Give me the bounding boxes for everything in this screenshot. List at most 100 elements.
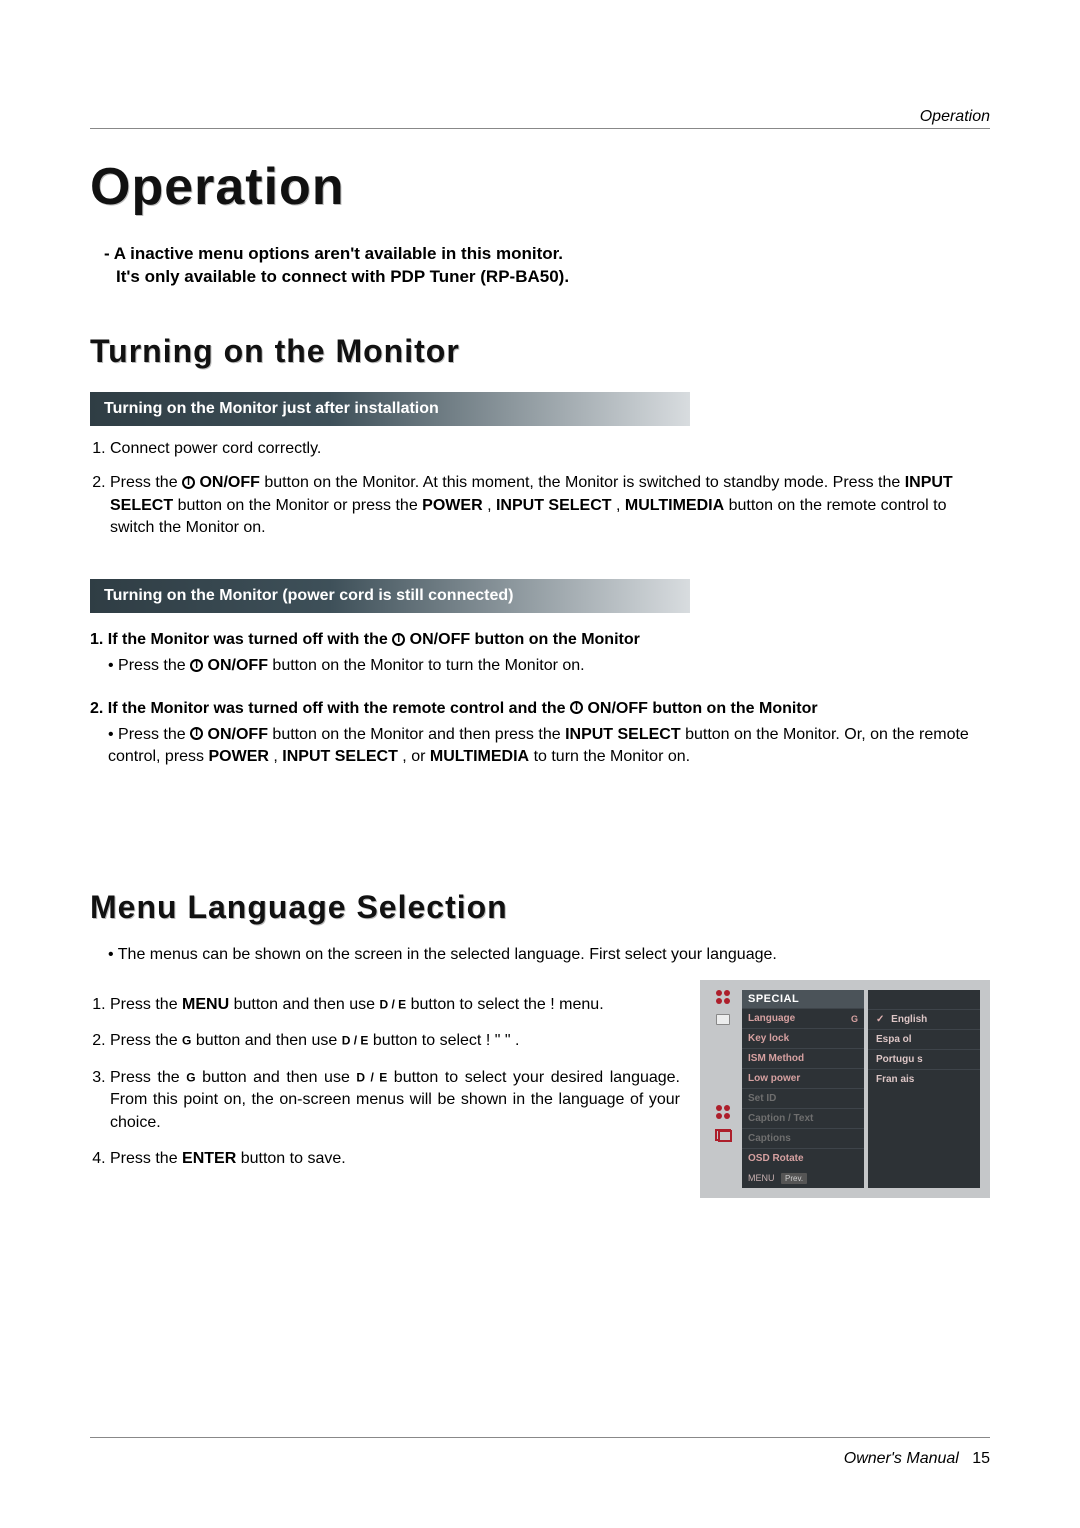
case-1: 1. If the Monitor was turned off with th… bbox=[90, 631, 990, 677]
t: English bbox=[891, 1014, 927, 1025]
osd-item-captions: Captions bbox=[742, 1128, 864, 1148]
t: Prev. bbox=[781, 1173, 807, 1184]
chapter-title: Operation bbox=[90, 157, 990, 217]
osd-tab-icon bbox=[716, 990, 730, 1004]
osd-item-language: Language G bbox=[742, 1008, 864, 1028]
lang-step-2: Press the G button and then use D / E bu… bbox=[110, 1030, 680, 1052]
section-turning-on: Turning on the Monitor bbox=[90, 333, 990, 370]
section-menu-language: Menu Language Selection bbox=[90, 889, 990, 926]
osd-tab-icon bbox=[716, 1105, 730, 1119]
osd-item-ism: ISM Method bbox=[742, 1048, 864, 1068]
osd-opt-portugues: Portugu s bbox=[868, 1049, 980, 1069]
lang-step-1: Press the MENU button and then use D / E… bbox=[110, 994, 680, 1016]
t: button on the Monitor and then press the bbox=[272, 726, 565, 743]
osd-item-keylock: Key lock bbox=[742, 1028, 864, 1048]
t: , bbox=[273, 748, 282, 765]
note-line-2: It's only available to connect with PDP … bbox=[104, 266, 990, 289]
t: menu. bbox=[559, 996, 603, 1013]
lang-intro: The menus can be shown on the screen in … bbox=[90, 944, 990, 966]
manual-page: Operation Operation - A inactive menu op… bbox=[0, 0, 1080, 1528]
osd-item-osdrotate: OSD Rotate bbox=[742, 1148, 864, 1168]
osd-main: SPECIAL Language G Key lock ISM Method L… bbox=[742, 990, 980, 1188]
case-2-title: 2. If the Monitor was turned off with th… bbox=[90, 700, 990, 718]
t: . bbox=[515, 1032, 519, 1049]
t: button to save. bbox=[241, 1150, 346, 1167]
t: button on the Monitor to turn the Monito… bbox=[272, 657, 584, 674]
t: Press the bbox=[110, 996, 182, 1013]
osd-tab-icon bbox=[715, 1129, 731, 1141]
case-1-title: 1. If the Monitor was turned off with th… bbox=[90, 631, 990, 649]
t: button to select your desired language. … bbox=[110, 1069, 680, 1131]
t: Language bbox=[748, 1013, 795, 1024]
chapter-note: - A inactive menu options aren't availab… bbox=[90, 243, 990, 289]
t: , bbox=[616, 497, 625, 514]
key-d-e: D / E bbox=[356, 1070, 387, 1084]
osd-item-lowpower: Low power bbox=[742, 1068, 864, 1088]
top-rule bbox=[90, 128, 990, 129]
page-number: 15 bbox=[972, 1450, 990, 1467]
subheader-after-install: Turning on the Monitor just after instal… bbox=[90, 392, 690, 426]
footer-label: Owner's Manual bbox=[844, 1450, 959, 1467]
power-icon: I bbox=[392, 633, 405, 646]
power-icon: I bbox=[182, 476, 195, 489]
power-icon: I bbox=[190, 659, 203, 672]
t: 1. If the Monitor was turned off with th… bbox=[90, 631, 392, 648]
t: POWER bbox=[422, 497, 482, 514]
osd-item-captiontext: Caption / Text bbox=[742, 1108, 864, 1128]
t: 2. If the Monitor was turned off with th… bbox=[90, 700, 570, 717]
running-header: Operation bbox=[920, 108, 990, 126]
case-1-bullets: Press the I ON/OFF button on the Monitor… bbox=[90, 655, 990, 677]
note-line-1: - A inactive menu options aren't availab… bbox=[104, 243, 990, 266]
t: Press the bbox=[118, 657, 190, 674]
bullet: Press the I ON/OFF button on the Monitor… bbox=[108, 655, 990, 677]
osd-tab-icon bbox=[716, 1014, 730, 1025]
osd-item-setid: Set ID bbox=[742, 1088, 864, 1108]
t: MENU bbox=[182, 996, 229, 1013]
osd-right-pad bbox=[868, 990, 980, 1009]
lang-step-3: Press the G button and then use D / E bu… bbox=[110, 1067, 680, 1134]
t: MENU bbox=[748, 1173, 775, 1183]
t: INPUT SELECT bbox=[496, 497, 612, 514]
case-2: 2. If the Monitor was turned off with th… bbox=[90, 700, 990, 769]
osd-left-column: SPECIAL Language G Key lock ISM Method L… bbox=[742, 990, 864, 1188]
osd-opt-english: ✓ English bbox=[868, 1009, 980, 1029]
case-2-bullets: Press the I ON/OFF button on the Monitor… bbox=[90, 724, 990, 769]
osd-opt-espanol: Espa ol bbox=[868, 1029, 980, 1049]
t: button on the Monitor or press the bbox=[178, 497, 423, 514]
t: POWER bbox=[208, 748, 268, 765]
t: ON/OFF button on the Monitor bbox=[410, 631, 640, 648]
blank-menu-name: ! bbox=[550, 996, 559, 1013]
osd-right-column: ✓ English Espa ol Portugu s Fran ais bbox=[868, 990, 980, 1188]
arrow-icon: G bbox=[851, 1014, 858, 1024]
t: INPUT SELECT bbox=[565, 726, 681, 743]
check-icon: ✓ bbox=[876, 1014, 884, 1025]
t: button to select bbox=[373, 1032, 486, 1049]
bullet: Press the I ON/OFF button on the Monitor… bbox=[108, 724, 990, 769]
power-icon: I bbox=[190, 727, 203, 740]
t: to turn the Monitor on. bbox=[534, 748, 691, 765]
key-g: G bbox=[186, 1070, 195, 1084]
t: ENTER bbox=[182, 1150, 236, 1167]
t: ON/OFF bbox=[199, 474, 259, 491]
step-2: Press the I ON/OFF button on the Monitor… bbox=[110, 472, 990, 539]
blank-item-name: ! " " bbox=[486, 1032, 515, 1049]
key-g: G bbox=[182, 1034, 191, 1048]
step-1: Connect power cord correctly. bbox=[110, 438, 990, 460]
t: Press the bbox=[118, 726, 190, 743]
osd-screenshot: SPECIAL Language G Key lock ISM Method L… bbox=[700, 980, 990, 1198]
t: button and then use bbox=[234, 996, 380, 1013]
osd-tabs-column bbox=[710, 990, 736, 1188]
lang-step-4: Press the ENTER button to save. bbox=[110, 1148, 680, 1170]
osd-title: SPECIAL bbox=[742, 990, 864, 1008]
t: button on the Monitor. At this moment, t… bbox=[264, 474, 904, 491]
bottom-rule bbox=[90, 1437, 990, 1438]
key-d-e: D / E bbox=[380, 997, 407, 1011]
t: MULTIMEDIA bbox=[625, 497, 724, 514]
t: , bbox=[487, 497, 496, 514]
t: button and then use bbox=[196, 1032, 342, 1049]
t: Press the bbox=[110, 1032, 182, 1049]
t: , or bbox=[402, 748, 430, 765]
power-icon: I bbox=[570, 701, 583, 714]
t: button to select the bbox=[411, 996, 551, 1013]
t: Press the bbox=[110, 1069, 186, 1086]
